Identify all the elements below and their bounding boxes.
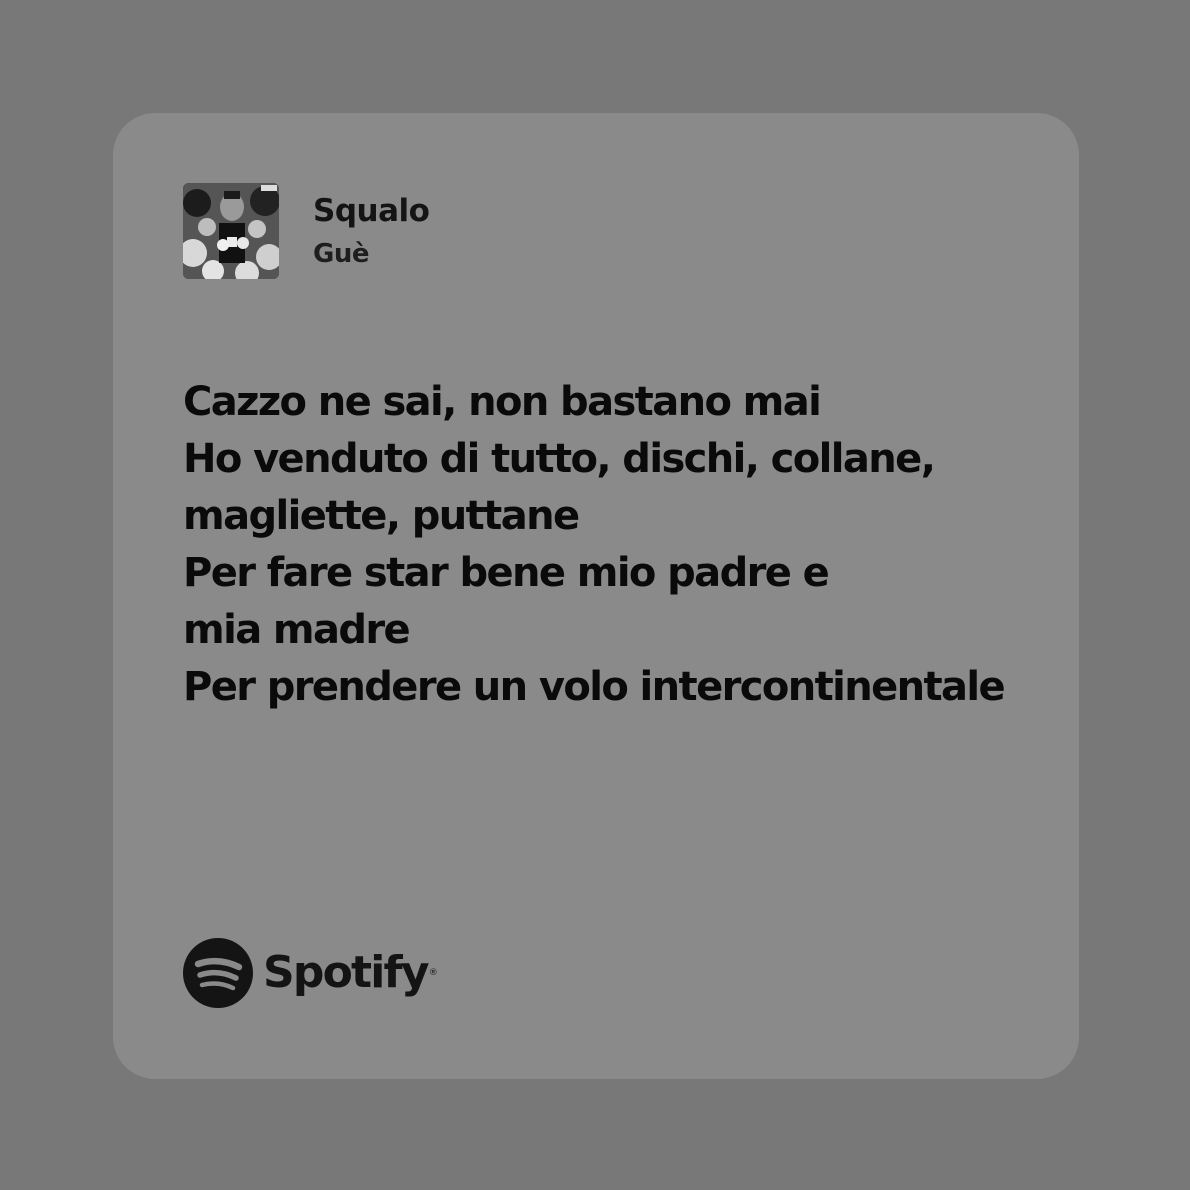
album-cover-image	[183, 183, 279, 279]
spotify-brand: Spotify ®	[183, 937, 438, 1009]
track-artist: Guè	[313, 239, 369, 269]
lyric-line: Per fare star bene mio padre e	[183, 550, 830, 596]
lyric-line: mia madre	[183, 607, 411, 653]
spotify-logo-icon	[183, 938, 253, 1008]
album-cover	[183, 183, 279, 279]
spotify-wordmark: Spotify	[263, 947, 430, 998]
lyric-line: magliette, puttane	[183, 493, 580, 539]
trademark-mark: ®	[428, 968, 438, 978]
lyric-line: Cazzo ne sai, non bastano mai	[183, 379, 822, 425]
lyric-line: Ho venduto di tutto, dischi, collane,	[183, 436, 936, 482]
lyric-line: Per prendere un volo intercontinentale	[183, 664, 1006, 710]
lyrics-share-card: Squalo Guè Cazzo ne sai, non bastano mai…	[113, 113, 1079, 1079]
track-title: Squalo	[313, 193, 430, 229]
lyrics-block: Cazzo ne sai, non bastano mai Ho venduto…	[183, 374, 1043, 716]
